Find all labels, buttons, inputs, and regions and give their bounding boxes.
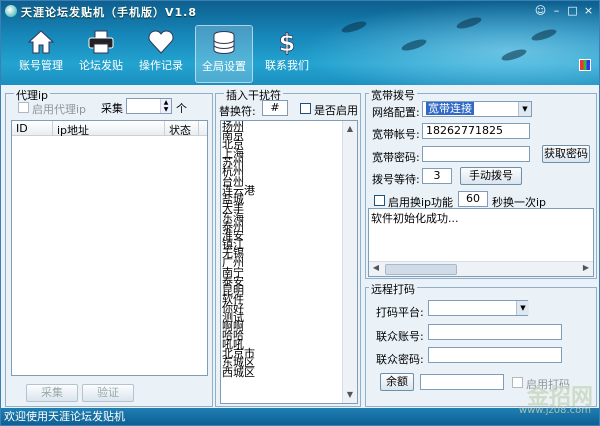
proxy-table-header: ID ip地址 状态 [12,121,207,138]
broadband-account-label: 宽带帐号: [372,128,420,141]
lianzhong-password-label: 联众密码: [376,353,424,366]
proxy-panel: 代理ip 启用代理ip 采集 ▲ ▼ 个 ID ip地址 状态 采集 验证 [5,87,213,407]
toolbar-label: 全局设置 [202,60,246,73]
watermark-url: www.jz08.com [518,405,591,416]
captcha-platform-select[interactable] [428,300,528,316]
toolbar-label: 联系我们 [265,59,309,72]
toolbar-label: 论坛发贴 [79,59,123,72]
status-bar: 欢迎使用天涯论坛发贴机 [1,408,599,425]
scroll-thumb[interactable] [385,264,457,275]
header-band: 天涯论坛发贴机（手机版）V1.8 ☺ – □ × 账号管理 论坛发贴 操作记录 … [1,1,599,85]
enable-insert-checkbox[interactable] [300,103,311,114]
count-unit-label: 个 [176,102,187,115]
window-title: 天涯论坛发贴机（手机版）V1.8 [21,6,197,19]
toolbar-label: 操作记录 [139,59,183,72]
network-config-label: 网络配置: [372,106,420,119]
column-header-id[interactable]: ID [16,122,28,135]
interference-list[interactable]: 扬州 南京 北京 上海 苏州 杭州 台州 连云港 盐城 大丰 东海 泰州 淮安 镇江 无锡 广州 南宁 泰安 昆明软… [220,120,358,404]
broadband-panel: 宽带拨号 网络配置: 宽带连接 ▼ 宽带帐号: 18262771825 宽带密码… [365,87,597,279]
interference-list-item[interactable]: 西城区 [222,366,255,377]
scroll-down-icon[interactable]: ▼ [343,389,357,401]
interference-list-scrollbar[interactable]: ▲ ▼ [342,121,357,403]
balance-display [420,374,504,390]
scroll-right-icon[interactable]: ▶ [579,262,593,274]
enable-captcha-checkbox[interactable] [512,377,523,388]
home-icon [27,30,55,54]
window-controls: ☺ – □ × [534,4,595,17]
broadband-password-label: 宽带密码: [372,151,420,164]
chevron-down-icon[interactable]: ▼ [518,102,531,116]
column-header-ip[interactable]: ip地址 [57,122,89,138]
main-window: 天涯论坛发贴机（手机版）V1.8 ☺ – □ × 账号管理 论坛发贴 操作记录 … [0,0,600,426]
insert-panel: 插入干扰符 替换符: # 是否启用 扬州 南京 北京 上海 苏州 杭州 台州 连云港 盐城 大丰东… [215,87,361,407]
toolbar-contact-us[interactable]: $ 联系我们 [259,25,315,81]
palette-icon[interactable] [579,59,591,71]
broadband-panel-title: 宽带拨号 [369,87,417,103]
enable-proxy-checkbox[interactable] [18,102,29,113]
collect-button[interactable]: 采集 [26,384,78,402]
heart-icon [148,30,174,54]
replace-char-input[interactable]: # [262,100,288,116]
skin-icon[interactable]: ☺ [534,4,547,17]
minimize-icon[interactable]: – [550,4,563,17]
toolbar-forum-post[interactable]: 论坛发贴 [73,25,129,81]
collect-count-label: 采集 [101,102,123,115]
verify-button[interactable]: 验证 [82,384,134,402]
database-icon [213,31,235,54]
toolbar-account-manage[interactable]: 账号管理 [13,25,69,81]
app-logo-icon [5,5,17,17]
switch-seconds-input[interactable]: 60 [458,191,488,207]
dial-wait-label: 拨号等待: [372,173,420,186]
collect-count-spinner[interactable]: ▲ ▼ [126,98,172,114]
chevron-down-icon[interactable]: ▼ [516,301,529,315]
get-password-button[interactable]: 获取密码 [542,145,590,163]
toolbar-global-settings[interactable]: 全局设置 [195,25,253,83]
proxy-table[interactable]: ID ip地址 状态 [11,120,208,376]
toolbar-operation-log[interactable]: 操作记录 [133,25,189,81]
replace-char-label: 替换符: [219,105,256,118]
status-text: 欢迎使用天涯论坛发贴机 [4,410,125,423]
svg-text:$: $ [279,29,296,55]
toolbar-label: 账号管理 [19,59,63,72]
enable-proxy-label: 启用代理ip [32,103,87,116]
balance-button[interactable]: 余额 [380,373,414,391]
scroll-up-icon[interactable]: ▲ [343,123,357,135]
maximize-icon[interactable]: □ [566,4,579,17]
printer-icon [88,30,114,54]
interference-list-items: 扬州 南京 北京 上海 苏州 杭州 台州 连云港 盐城 大丰 东海 泰州 淮安 镇江 无锡 广州 南宁 泰安 昆明软… [222,121,255,378]
broadband-account-input[interactable]: 18262771825 [422,123,530,139]
close-icon[interactable]: × [582,4,595,17]
captcha-panel-title: 远程打码 [369,281,417,297]
log-scrollbar[interactable]: ◀ ▶ [369,261,593,276]
log-text: 软件初始化成功... [371,212,459,225]
network-config-value: 宽带连接 [426,102,474,115]
enable-ip-switch-checkbox[interactable] [374,195,385,206]
scroll-left-icon[interactable]: ◀ [369,262,383,274]
enable-insert-label: 是否启用 [314,104,358,117]
spinner-arrows-icon[interactable]: ▲ ▼ [160,99,171,113]
network-config-select[interactable]: 宽带连接 ▼ [422,101,532,117]
manual-dial-button[interactable]: 手动拨号 [460,167,522,185]
dial-wait-input[interactable]: 3 [422,168,452,184]
lianzhong-account-input[interactable] [428,324,562,340]
dollar-icon: $ [278,29,296,55]
column-header-status[interactable]: 状态 [169,122,191,138]
broadband-password-input[interactable] [422,146,530,162]
lianzhong-account-label: 联众账号: [376,330,424,343]
lianzhong-password-input[interactable] [428,347,562,363]
captcha-platform-label: 打码平台: [376,306,424,319]
log-box[interactable]: 软件初始化成功... ◀ ▶ [368,208,594,277]
